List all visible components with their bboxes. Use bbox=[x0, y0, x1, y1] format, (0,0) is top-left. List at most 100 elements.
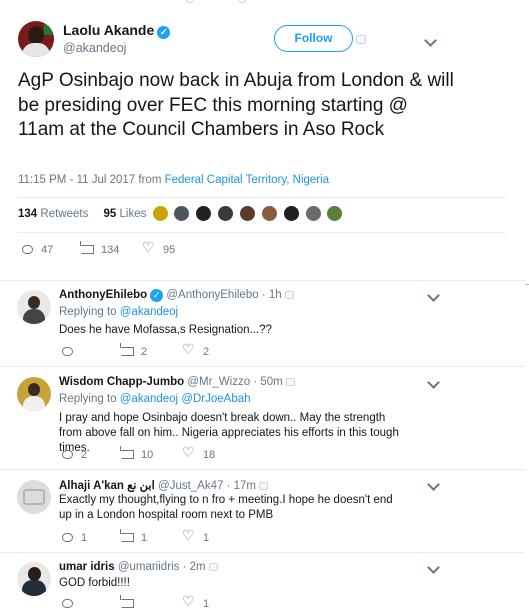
tweet-location[interactable]: Federal Capital Territory, Nigeria bbox=[165, 174, 329, 186]
reply-icon bbox=[62, 599, 73, 608]
divider bbox=[18, 232, 506, 233]
like-action[interactable]: 2 bbox=[182, 342, 209, 358]
avatar[interactable] bbox=[17, 377, 51, 411]
chevron-down-icon[interactable] bbox=[427, 289, 440, 302]
likes-label[interactable]: Likes bbox=[120, 208, 147, 220]
dm-icon[interactable] bbox=[259, 482, 268, 490]
reply-author-name[interactable]: Wisdom Chapp-Jumbo bbox=[59, 376, 184, 388]
reply-author-name[interactable]: AnthonyEhilebo bbox=[59, 289, 147, 301]
retweet-icon bbox=[80, 241, 94, 254]
replying-to-link[interactable]: @akandeoj bbox=[120, 306, 178, 318]
flag-decoration bbox=[44, 23, 52, 35]
retweet-action[interactable]: 1 bbox=[120, 529, 147, 544]
scrollbar-mark bbox=[525, 284, 529, 285]
retweet-action[interactable]: 10 bbox=[120, 446, 153, 461]
like-action[interactable]: 18 bbox=[182, 445, 215, 461]
reply-author-name[interactable]: Alhaji A'kan ابن نع bbox=[59, 480, 155, 492]
dm-icon[interactable] bbox=[208, 563, 218, 571]
likes-count[interactable]: 95 bbox=[104, 208, 117, 220]
like-action[interactable]: 1 bbox=[182, 594, 209, 610]
liker-avatar[interactable] bbox=[195, 205, 212, 222]
chevron-down-icon[interactable] bbox=[427, 478, 440, 491]
dm-icon[interactable] bbox=[285, 378, 295, 386]
avatar[interactable] bbox=[17, 290, 51, 324]
reply-tweet[interactable]: umar idris @umariidris · 2m GOD forbid!!… bbox=[0, 553, 525, 613]
reply-header: AnthonyEhilebo ✓ @AnthonyEhilebo · 1h bbox=[59, 289, 294, 302]
reply-header: umar idris @umariidris · 2m bbox=[59, 561, 218, 573]
retweet-icon bbox=[238, 0, 246, 3]
reply-author-handle[interactable]: @AnthonyEhilebo bbox=[166, 289, 258, 301]
tweet-stats: 134 Retweets 95 Likes bbox=[18, 208, 146, 220]
tweet-timestamp[interactable]: 11:15 PM - 11 Jul 2017 bbox=[18, 174, 135, 186]
retweets-label[interactable]: Retweets bbox=[40, 208, 88, 220]
like-action[interactable]: 1 bbox=[182, 528, 210, 544]
tweet-meta: 11:15 PM - 11 Jul 2017 from Federal Capi… bbox=[18, 174, 329, 186]
retweet-icon bbox=[120, 529, 134, 542]
like-icon bbox=[182, 445, 195, 461]
liker-avatar[interactable] bbox=[261, 205, 278, 222]
liker-avatar[interactable] bbox=[305, 205, 322, 222]
dm-icon[interactable] bbox=[284, 291, 294, 299]
liker-avatar[interactable] bbox=[152, 205, 169, 222]
chevron-down-icon[interactable] bbox=[427, 376, 440, 389]
liker-avatar[interactable] bbox=[217, 205, 234, 222]
reply-time[interactable]: 1h bbox=[269, 289, 282, 301]
replying-to-link-2[interactable]: @DrJoeAbah bbox=[181, 393, 250, 405]
retweet-action[interactable] bbox=[120, 595, 141, 610]
reply-count: 47 bbox=[41, 244, 54, 256]
reply-action[interactable] bbox=[62, 598, 81, 610]
like-action[interactable]: 95 bbox=[142, 240, 176, 256]
reply-tweet[interactable]: Wisdom Chapp-Jumbo @Mr_Wizzo · 50m Reply… bbox=[0, 367, 525, 469]
reply-time[interactable]: 50m bbox=[260, 376, 282, 388]
avatar-face bbox=[28, 26, 44, 44]
reply-time[interactable]: 17m bbox=[234, 480, 256, 492]
reply-tweet[interactable]: AnthonyEhilebo ✓ @AnthonyEhilebo · 1h Rep… bbox=[0, 281, 525, 365]
reply-author-handle[interactable]: @Mr_Wizzo bbox=[187, 376, 250, 388]
retweet-action[interactable]: 2 bbox=[120, 343, 148, 358]
avatar-suit bbox=[22, 43, 50, 57]
replying-to-link[interactable]: @akandeoj bbox=[120, 393, 178, 405]
author-name[interactable]: Laolu Akande ✓ bbox=[63, 22, 171, 39]
retweet-action[interactable]: 134 bbox=[80, 241, 120, 256]
reply-action[interactable]: 1 bbox=[62, 532, 87, 544]
reply-text: GOD forbid!!!! bbox=[59, 577, 130, 589]
tweet-actions: 47 134 95 bbox=[22, 240, 222, 258]
avatar[interactable] bbox=[17, 562, 51, 596]
like-count: 95 bbox=[163, 244, 176, 256]
dm-icon[interactable] bbox=[356, 35, 366, 44]
reply-tweet[interactable]: Alhaji A'kan ابن نع @Just_Ak47 · 17m Exa… bbox=[0, 470, 525, 552]
reply-action[interactable]: 47 bbox=[22, 244, 53, 256]
follow-button[interactable]: Follow bbox=[274, 25, 353, 52]
retweet-icon bbox=[120, 595, 134, 608]
reply-actions: 2 10 18 bbox=[62, 445, 262, 463]
like-count: 1 bbox=[203, 532, 210, 544]
replying-to: Replying to @akandeoj @DrJoeAbah bbox=[59, 393, 251, 405]
reply-action[interactable]: 2 bbox=[62, 449, 87, 461]
like-icon bbox=[142, 240, 155, 256]
divider bbox=[18, 197, 506, 198]
reply-author-handle[interactable]: @umariidris bbox=[118, 561, 180, 573]
chevron-down-icon[interactable] bbox=[427, 561, 440, 574]
avatar[interactable] bbox=[18, 21, 54, 57]
liker-avatar[interactable] bbox=[239, 205, 256, 222]
liker-avatar[interactable] bbox=[326, 205, 343, 222]
reply-time[interactable]: 2m bbox=[190, 561, 206, 573]
avatar[interactable] bbox=[17, 480, 51, 514]
reply-author-handle[interactable]: @Just_Ak47 bbox=[158, 480, 223, 492]
chevron-down-icon[interactable] bbox=[424, 34, 437, 47]
reply-author-name[interactable]: umar idris bbox=[59, 561, 115, 573]
reply-actions: 1 bbox=[62, 594, 262, 612]
author-handle[interactable]: @akandeoj bbox=[63, 41, 126, 55]
liker-avatar[interactable] bbox=[173, 205, 190, 222]
reply-icon bbox=[62, 450, 73, 459]
replying-label: Replying to bbox=[59, 393, 117, 405]
reply-action[interactable] bbox=[62, 346, 81, 358]
retweet-count: 134 bbox=[101, 244, 120, 256]
previous-tweet-fragment bbox=[0, 0, 529, 5]
retweet-count: 2 bbox=[141, 346, 148, 358]
retweets-count[interactable]: 134 bbox=[18, 208, 37, 220]
author-name-text[interactable]: Laolu Akande bbox=[63, 22, 154, 38]
tweet-text: AgP Osinbajo now back in Abuja from Lond… bbox=[18, 70, 454, 140]
reply-text: Does he have Mofassa,s Resignation...?? bbox=[59, 324, 272, 336]
liker-avatar[interactable] bbox=[283, 205, 300, 222]
